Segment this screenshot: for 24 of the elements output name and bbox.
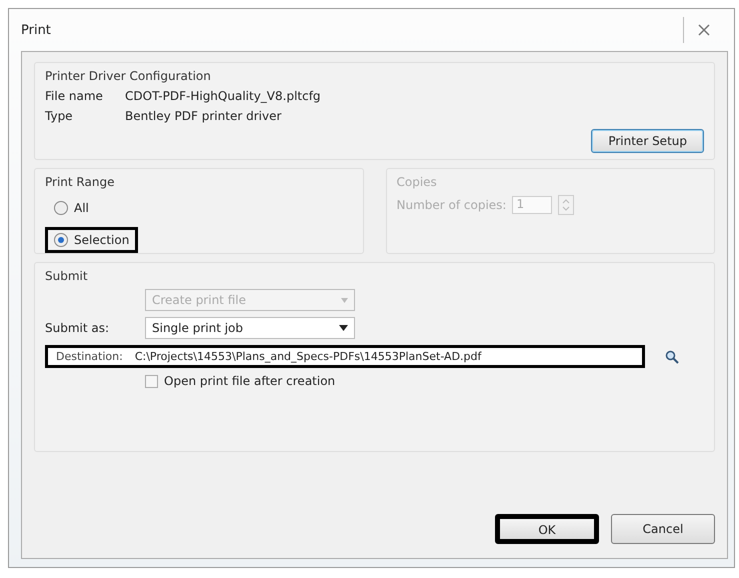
window-title: Print [21, 22, 51, 38]
checkbox[interactable] [145, 374, 158, 388]
radio-option[interactable]: All [45, 195, 98, 221]
field-value: Bentley PDF printer driver [125, 109, 282, 123]
field-label: Type [45, 109, 74, 123]
field-label: Submit as: [45, 321, 110, 335]
group-title: Printer Driver Configuration [45, 69, 212, 83]
close-icon [698, 24, 710, 36]
group-title: Print Range [45, 175, 116, 189]
radio-option[interactable]: Selection [45, 227, 138, 253]
field-label: File name [45, 89, 104, 103]
field-label: Number of copies: [396, 198, 506, 212]
group-title: Submit [45, 269, 89, 283]
checkbox-label: Open print file after creation [164, 374, 336, 388]
printer-setup-button[interactable]: Printer Setup [591, 129, 704, 153]
destination-field[interactable]: Destination: C:\Projects\14553\Plans_and_Specs-PDFs\14553PlanSet-AD.pdf [45, 345, 645, 368]
submit-as-dropdown[interactable]: Single print job [145, 317, 355, 339]
group-title: Copies [396, 175, 438, 189]
dialog-button[interactable]: Cancel [611, 514, 715, 544]
field-value: CDOT-PDF-HighQuality_V8.pltcfg [125, 89, 321, 103]
search-icon[interactable] [665, 350, 679, 364]
dropdown-icon [339, 325, 348, 331]
dialog-button[interactable]: OK [495, 514, 599, 544]
dropdown-icon [341, 298, 348, 302]
